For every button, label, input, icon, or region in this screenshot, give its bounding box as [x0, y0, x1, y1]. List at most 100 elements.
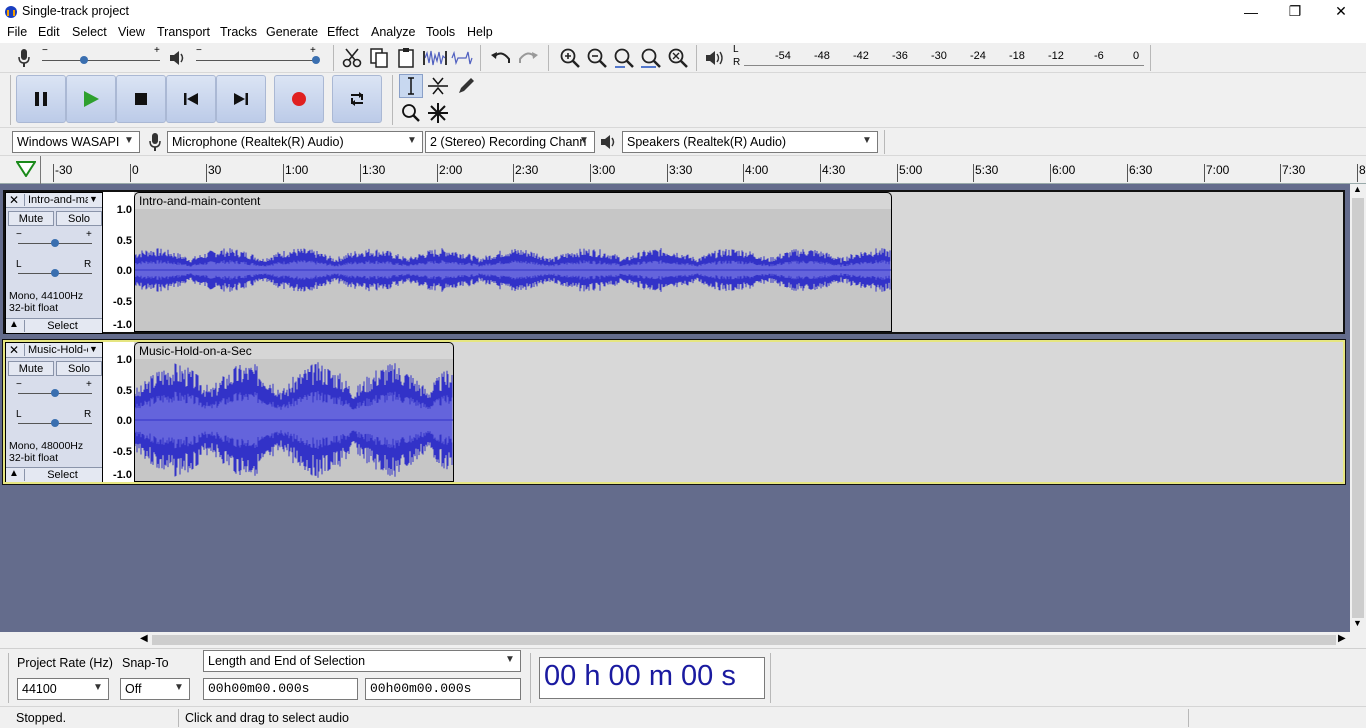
- audio-host-dropdown[interactable]: Windows WASAPI ▼: [12, 131, 140, 153]
- menu-effect[interactable]: Effect: [327, 25, 359, 39]
- zoom-toggle-icon[interactable]: [666, 46, 690, 70]
- track-name[interactable]: Intro-and-mai: [24, 194, 88, 206]
- selection-mode-dropdown[interactable]: Length and End of Selection ▼: [203, 650, 521, 672]
- menu-transport[interactable]: Transport: [157, 25, 210, 39]
- vertical-scrollbar[interactable]: ▲ ▼: [1350, 184, 1366, 632]
- stop-button[interactable]: [116, 75, 166, 123]
- recording-volume-knob[interactable]: [80, 56, 88, 64]
- gain-knob[interactable]: [51, 389, 59, 397]
- menu-generate[interactable]: Generate: [266, 25, 318, 39]
- ruler-tick-label: 7:00: [1206, 163, 1230, 177]
- solo-button[interactable]: Solo: [56, 361, 102, 376]
- audio-track-1[interactable]: ✕ Intro-and-mai ▼ Mute Solo − + L R Mono…: [3, 190, 1345, 334]
- amplitude-scale[interactable]: 1.0 0.5 0.0 -0.5 -1.0: [104, 342, 134, 482]
- clip-title-bar[interactable]: Intro-and-main-content: [134, 192, 892, 209]
- undo-icon[interactable]: [489, 46, 513, 70]
- play-button[interactable]: [66, 75, 116, 123]
- menu-analyze[interactable]: Analyze: [371, 25, 415, 39]
- zoom-tool-icon[interactable]: [399, 101, 423, 125]
- menu-select[interactable]: Select: [72, 25, 107, 39]
- pan-knob[interactable]: [51, 419, 59, 427]
- mute-button[interactable]: Mute: [8, 211, 54, 226]
- zoom-out-icon[interactable]: [585, 46, 609, 70]
- amplitude-scale[interactable]: 1.0 0.5 0.0 -0.5 -1.0: [104, 192, 134, 332]
- playback-meter[interactable]: -54 -48 -42 -36 -30 -24 -18 -12 -6 0: [744, 46, 1146, 70]
- audio-clip[interactable]: [134, 359, 454, 482]
- recording-channels-dropdown[interactable]: 2 (Stereo) Recording Chann ▼: [425, 131, 595, 153]
- track-menu-chevron-icon[interactable]: ▼: [89, 194, 98, 204]
- ruler-tick-mark: [1050, 164, 1051, 182]
- track-title-bar[interactable]: ✕ Intro-and-mai ▼: [6, 193, 102, 208]
- multi-tool-icon[interactable]: [426, 101, 450, 125]
- project-rate-dropdown[interactable]: 44100 ▼: [17, 678, 109, 700]
- selection-end-time[interactable]: 00h00m00.000s: [365, 678, 521, 700]
- skip-to-end-button[interactable]: [216, 75, 266, 123]
- recording-device-dropdown[interactable]: Microphone (Realtek(R) Audio) ▼: [167, 131, 423, 153]
- menu-file[interactable]: File: [7, 25, 27, 39]
- track-title-bar[interactable]: ✕ Music-Hold-o ▼: [6, 343, 102, 358]
- fit-project-icon[interactable]: [639, 46, 663, 70]
- draw-tool-icon[interactable]: [454, 74, 478, 98]
- horizontal-scrollbar[interactable]: ◀ ▶: [140, 632, 1350, 648]
- silence-audio-icon[interactable]: [450, 46, 474, 70]
- menu-help[interactable]: Help: [467, 25, 493, 39]
- selection-start-time[interactable]: 00h00m00.000s: [203, 678, 358, 700]
- timeline-ruler[interactable]: -30 0 30 1:00 1:30 2:00 2:30 3:00 3:30 4:00 4:30 5:…: [0, 156, 1366, 184]
- menu-tracks[interactable]: Tracks: [220, 25, 257, 39]
- solo-button[interactable]: Solo: [56, 211, 102, 226]
- scroll-right-icon[interactable]: ▶: [1338, 633, 1346, 644]
- playback-volume-knob[interactable]: [312, 56, 320, 64]
- fit-selection-icon[interactable]: [612, 46, 636, 70]
- collapse-track-icon[interactable]: ▲: [9, 468, 19, 479]
- track-area[interactable]: ✕ Intro-and-mai ▼ Mute Solo − + L R Mono…: [0, 184, 1350, 632]
- loop-button[interactable]: [332, 75, 382, 123]
- select-track-button[interactable]: Select: [24, 320, 100, 332]
- track-control-panel: ✕ Intro-and-mai ▼ Mute Solo − + L R Mono…: [5, 192, 103, 334]
- zoom-in-icon[interactable]: [558, 46, 582, 70]
- menu-tools[interactable]: Tools: [426, 25, 455, 39]
- redo-icon[interactable]: [516, 46, 540, 70]
- ruler-tick-mark: [437, 164, 438, 182]
- ruler-tick-label: 4:30: [822, 163, 846, 177]
- paste-icon[interactable]: [394, 46, 418, 70]
- ruler-tick-mark: [973, 164, 974, 182]
- restore-button[interactable]: ❐: [1272, 0, 1318, 23]
- playback-device-dropdown[interactable]: Speakers (Realtek(R) Audio) ▼: [622, 131, 878, 153]
- scroll-up-icon[interactable]: ▲: [1353, 184, 1362, 194]
- recording-volume-slider[interactable]: [42, 60, 160, 61]
- audio-clip[interactable]: [134, 209, 892, 332]
- close-button[interactable]: ✕: [1318, 0, 1364, 23]
- cut-icon[interactable]: [340, 46, 364, 70]
- track-menu-chevron-icon[interactable]: ▼: [89, 344, 98, 354]
- horizontal-scroll-thumb[interactable]: [152, 635, 1336, 645]
- scroll-left-icon[interactable]: ◀: [140, 633, 148, 644]
- audio-track-2[interactable]: ✕ Music-Hold-o ▼ Mute Solo − + L R Mono,…: [2, 339, 1346, 485]
- clip-title-bar[interactable]: Music-Hold-on-a-Sec: [134, 342, 454, 359]
- record-button[interactable]: [274, 75, 324, 123]
- minimize-button[interactable]: —: [1228, 0, 1274, 23]
- track-name[interactable]: Music-Hold-o: [24, 344, 88, 356]
- close-track-icon[interactable]: ✕: [9, 343, 19, 357]
- audio-position-display[interactable]: 00 h 00 m 00 s: [539, 657, 765, 699]
- pan-knob[interactable]: [51, 269, 59, 277]
- envelope-tool-icon[interactable]: [426, 74, 450, 98]
- mute-button[interactable]: Mute: [8, 361, 54, 376]
- menu-view[interactable]: View: [118, 25, 145, 39]
- close-track-icon[interactable]: ✕: [9, 193, 19, 207]
- select-track-button[interactable]: Select: [24, 469, 100, 481]
- pause-button[interactable]: [16, 75, 66, 123]
- menu-edit[interactable]: Edit: [38, 25, 60, 39]
- snap-to-dropdown[interactable]: Off ▼: [120, 678, 190, 700]
- play-icon: [84, 91, 99, 107]
- collapse-track-icon[interactable]: ▲: [9, 319, 19, 330]
- skip-to-start-button[interactable]: [166, 75, 216, 123]
- scale-label: -1.0: [113, 319, 132, 331]
- trim-audio-icon[interactable]: [423, 46, 447, 70]
- scroll-down-icon[interactable]: ▼: [1353, 618, 1362, 628]
- vertical-scroll-thumb[interactable]: [1352, 198, 1364, 618]
- copy-icon[interactable]: [367, 46, 391, 70]
- gain-knob[interactable]: [51, 239, 59, 247]
- playback-volume-slider[interactable]: [196, 60, 318, 61]
- selection-tool-icon[interactable]: [399, 74, 423, 98]
- playback-meter-speaker-icon[interactable]: [703, 46, 727, 70]
